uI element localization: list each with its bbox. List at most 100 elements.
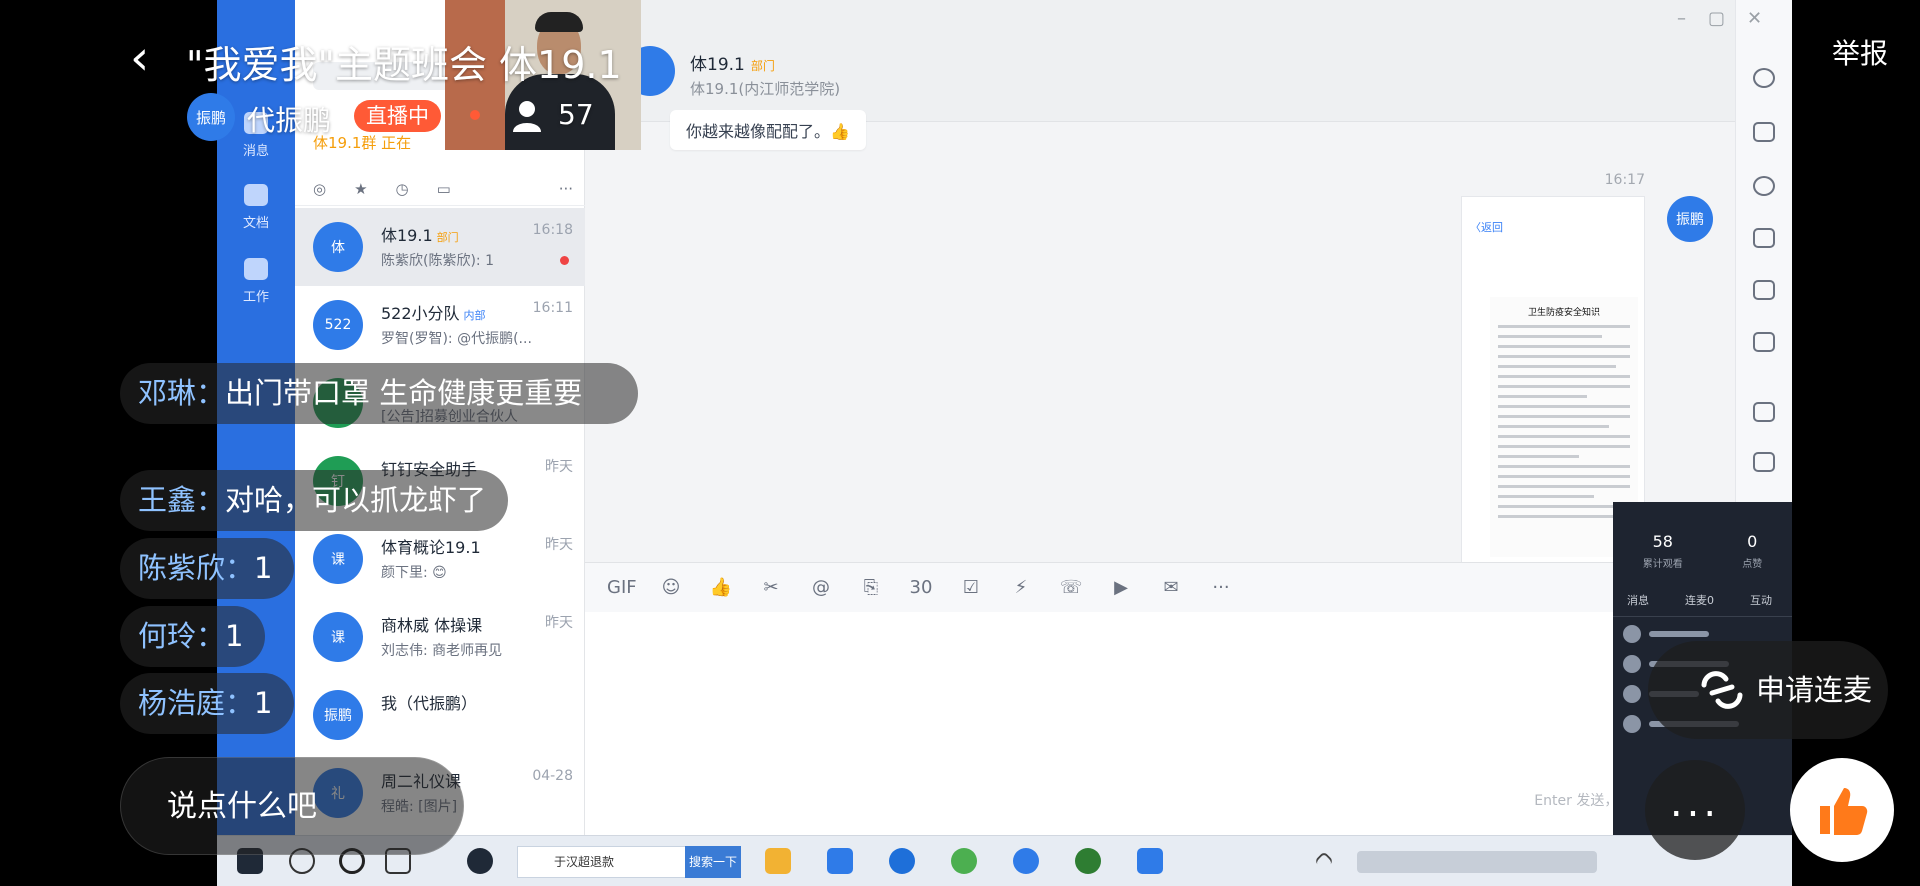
chat-tool-icon: GIF bbox=[607, 577, 637, 598]
document-title: 卫生防疫安全知识 bbox=[1527, 308, 1600, 318]
conversation-name: 我（代振鹏） bbox=[381, 694, 478, 713]
star-icon: ★ bbox=[354, 179, 368, 198]
apply-mic-button[interactable]: 申请连麦 bbox=[1648, 641, 1888, 739]
conversation-item: 522 522小分队 内部罗智(罗智): @代振鹏(... 16:11 bbox=[295, 286, 585, 364]
bookmark-icon: ▭ bbox=[436, 179, 451, 198]
chat-tool-icon: 👍 bbox=[709, 577, 733, 598]
chat-title: 体19.1 部门 bbox=[690, 55, 775, 75]
viewer-stat: 58 累计观看 bbox=[1642, 532, 1683, 570]
tray-chevron-icon bbox=[1314, 851, 1334, 871]
edit-icon bbox=[1753, 402, 1775, 422]
folder-icon bbox=[765, 848, 791, 874]
message-bubble: 你越来越像配配了。👍 bbox=[670, 110, 866, 150]
comment-input[interactable]: 说点什么吧 bbox=[120, 757, 464, 855]
thumbs-up-icon bbox=[1820, 788, 1868, 835]
conversation-item: 课体育概论19.1 颜下里: 😊 昨天 bbox=[295, 520, 585, 598]
report-button[interactable]: 举报 bbox=[1832, 32, 1888, 72]
add-member-icon bbox=[1753, 122, 1775, 142]
my-avatar: 振鹏 bbox=[1667, 196, 1713, 242]
message-time: 16:17 bbox=[1604, 172, 1645, 188]
browser-search-button: 搜索一下 bbox=[685, 846, 741, 878]
conversation-avatar: 课 bbox=[313, 534, 363, 584]
conversation-time: 昨天 bbox=[545, 459, 573, 475]
comment-item: 杨浩庭：1 bbox=[120, 673, 295, 734]
like-stat: 0 点赞 bbox=[1742, 532, 1763, 570]
dingtalk-icon bbox=[1013, 848, 1039, 874]
conversation-name: 商林威 体操课 bbox=[381, 616, 483, 635]
chat-tool-icon: ▶ bbox=[1114, 577, 1128, 598]
conversation-avatar: 振鹏 bbox=[313, 690, 363, 740]
more-button[interactable]: ... bbox=[1645, 760, 1745, 860]
chat-tool-icon: ··· bbox=[1212, 577, 1230, 598]
announce-icon bbox=[1753, 280, 1775, 300]
rail-item-work: 工作 bbox=[217, 258, 295, 305]
chat-tool-icon: ✉ bbox=[1163, 577, 1179, 598]
stats-tab-mic: 连麦0 bbox=[1685, 594, 1714, 607]
live-app-icon bbox=[1137, 848, 1163, 874]
mail-icon bbox=[827, 848, 853, 874]
like-button[interactable] bbox=[1790, 758, 1894, 862]
back-link: 〈返回 bbox=[1470, 221, 1503, 234]
conversation-name: 体19.1 部门 bbox=[381, 226, 459, 245]
app-icon bbox=[467, 848, 493, 874]
chat-subtitle: 体19.1(内江师范学院) bbox=[690, 80, 841, 98]
edge-icon bbox=[889, 848, 915, 874]
system-tray bbox=[1357, 851, 1597, 873]
comment-item: 陈紫欣：1 bbox=[120, 538, 295, 599]
stats-tab-messages: 消息 bbox=[1627, 594, 1649, 607]
chat-header: 体19.1 部门 体19.1(内江师范学院) bbox=[585, 0, 1735, 122]
conversation-preview: 陈紫欣(陈紫欣): 1 bbox=[381, 253, 494, 269]
conversation-time: 04-28 bbox=[532, 768, 573, 784]
grid-icon bbox=[244, 258, 268, 280]
live-room-title: "我爱我"主题班会 体19.1 bbox=[186, 43, 622, 87]
live-indicator-dot bbox=[470, 110, 480, 120]
conversation-item: 体体19.1 部门陈紫欣(陈紫欣): 1 16:18 bbox=[295, 208, 585, 286]
ie-icon bbox=[951, 848, 977, 874]
conversation-name: 体育概论19.1 bbox=[381, 538, 481, 557]
conversation-avatar: 522 bbox=[313, 300, 363, 350]
conversation-avatar: 体 bbox=[313, 222, 363, 272]
viewer-count: 57 bbox=[558, 98, 594, 131]
window-controls: –▢✕ bbox=[1677, 8, 1785, 29]
host-name[interactable]: 代振鹏 bbox=[247, 99, 331, 139]
more-icon bbox=[1753, 68, 1775, 88]
comment-item: 王鑫：对哈，可以抓龙虾了 bbox=[120, 470, 509, 531]
list-filter-tabs: ◎ ★ ◷ ▭ ··· bbox=[295, 172, 585, 206]
rail-item-docs: 文档 bbox=[217, 184, 295, 231]
conversation-preview: 刘志伟: 商老师再见 bbox=[381, 643, 503, 659]
chat-tool-icon: ☺ bbox=[661, 577, 681, 598]
link-mic-icon bbox=[1701, 671, 1743, 709]
chat-tool-icon: ⚡ bbox=[1014, 577, 1028, 598]
chat-tool-icon: ☑ bbox=[962, 577, 980, 598]
chat-tool-icon: @ bbox=[812, 577, 830, 598]
conversation-name: 522小分队 内部 bbox=[381, 304, 486, 323]
history-icon bbox=[1753, 176, 1775, 196]
more-icon: ··· bbox=[558, 179, 573, 198]
live-stream-screen: 消息 文档 工作 体19.1群 正在 ◎ ★ ◷ ▭ ··· 体体19.1 部门陈… bbox=[0, 0, 1920, 886]
conversation-time: 昨天 bbox=[545, 615, 573, 631]
conversation-preview: 罗智(罗智): @代振鹏(... bbox=[381, 331, 532, 347]
conversation-time: 16:18 bbox=[532, 222, 573, 238]
conversation-item: 振鹏 我（代振鹏） bbox=[295, 676, 585, 754]
document-icon bbox=[244, 184, 268, 206]
chat-tool-icon: ⎘ bbox=[863, 577, 879, 598]
conversation-avatar: 课 bbox=[313, 612, 363, 662]
live-icon bbox=[1753, 332, 1775, 352]
viewer-icon bbox=[513, 101, 541, 132]
comment-item: 邓琳：出门带口罩 生命健康更重要 bbox=[120, 363, 638, 424]
host-avatar[interactable]: 振鹏 bbox=[187, 93, 235, 141]
conversation-item: 课商林威 体操课刘志伟: 商老师再见 昨天 bbox=[295, 598, 585, 676]
windows-taskbar: 于汉超退款 搜索一下 bbox=[217, 835, 1792, 886]
robot-icon bbox=[1753, 452, 1775, 472]
conversation-preview: 颜下里: 😊 bbox=[381, 565, 447, 581]
conversation-time: 16:11 bbox=[532, 300, 573, 316]
folder-icon bbox=[1753, 228, 1775, 248]
conversation-time: 昨天 bbox=[545, 537, 573, 553]
chat-tool-icon: ☏ bbox=[1059, 577, 1083, 598]
browser-search-box: 于汉超退款 bbox=[517, 846, 687, 878]
chat-window: 体19.1 部门 体19.1(内江师范学院) 你越来越像配配了。👍 16:17 振… bbox=[585, 0, 1735, 835]
school-icon bbox=[1075, 848, 1101, 874]
chat-tool-icon: ✂ bbox=[763, 577, 779, 598]
back-icon[interactable]: ‹ bbox=[130, 32, 174, 84]
unread-dot bbox=[560, 256, 569, 265]
